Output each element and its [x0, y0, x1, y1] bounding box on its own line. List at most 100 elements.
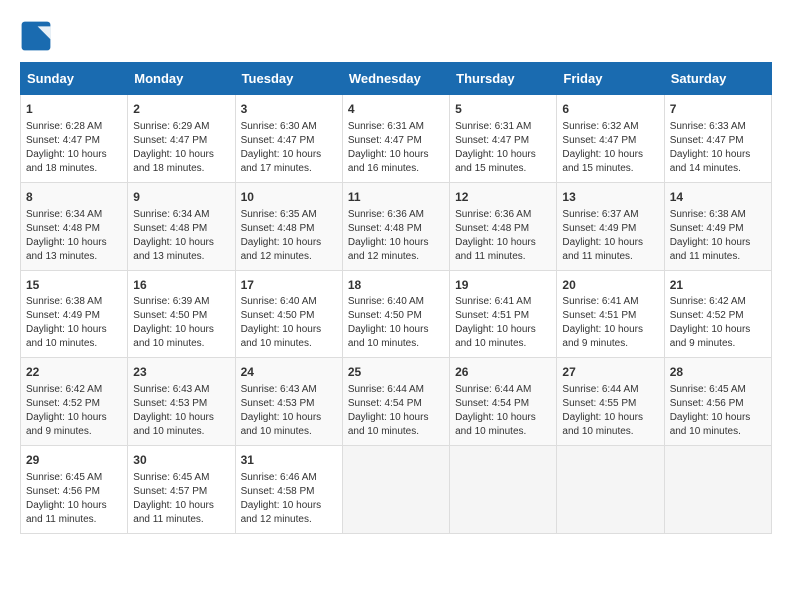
- day-info: Sunrise: 6:43 AMSunset: 4:53 PMDaylight:…: [133, 383, 229, 439]
- calendar-cell: 31Sunrise: 6:46 AMSunset: 4:58 PMDayligh…: [235, 446, 342, 534]
- day-number: 21: [670, 277, 766, 294]
- day-number: 10: [241, 189, 337, 206]
- day-info: Sunrise: 6:43 AMSunset: 4:53 PMDaylight:…: [241, 383, 337, 439]
- calendar-cell: 17Sunrise: 6:40 AMSunset: 4:50 PMDayligh…: [235, 270, 342, 358]
- logo: [20, 20, 56, 52]
- day-info: Sunrise: 6:31 AMSunset: 4:47 PMDaylight:…: [348, 120, 444, 176]
- calendar-cell: 30 Sunrise: 6:45 AMSunset: 4:57 PMDayligh…: [128, 446, 235, 534]
- calendar-cell: 14 Sunrise: 6:38 AMSunset: 4:49 PMDayligh…: [664, 182, 771, 270]
- day-number: 30: [133, 452, 229, 469]
- calendar-cell: 1 Sunrise: 6:28 AMSunset: 4:47 PMDaylight…: [21, 95, 128, 183]
- calendar-cell: 11 Sunrise: 6:36 AMSunset: 4:48 PMDayligh…: [342, 182, 449, 270]
- day-info: Sunrise: 6:34 AMSunset: 4:48 PMDaylight:…: [26, 208, 122, 264]
- calendar-cell: [342, 446, 449, 534]
- calendar-cell: 4 Sunrise: 6:31 AMSunset: 4:47 PMDaylight…: [342, 95, 449, 183]
- day-info: Sunrise: 6:45 AMSunset: 4:56 PMDaylight:…: [670, 383, 766, 439]
- header-monday: Monday: [128, 63, 235, 95]
- week-row-1: 1 Sunrise: 6:28 AMSunset: 4:47 PMDaylight…: [21, 95, 772, 183]
- day-info: Sunrise: 6:40 AMSunset: 4:50 PMDaylight:…: [241, 295, 337, 351]
- day-info: Sunrise: 6:32 AMSunset: 4:47 PMDaylight:…: [562, 120, 658, 176]
- week-row-2: 8 Sunrise: 6:34 AMSunset: 4:48 PMDaylight…: [21, 182, 772, 270]
- calendar-cell: 24 Sunrise: 6:43 AMSunset: 4:53 PMDayligh…: [235, 358, 342, 446]
- day-info: Sunrise: 6:33 AMSunset: 4:47 PMDaylight:…: [670, 120, 766, 176]
- calendar-cell: 12Sunrise: 6:36 AMSunset: 4:48 PMDayligh…: [450, 182, 557, 270]
- day-info: Sunrise: 6:34 AMSunset: 4:48 PMDaylight:…: [133, 208, 229, 264]
- calendar-cell: 23 Sunrise: 6:43 AMSunset: 4:53 PMDayligh…: [128, 358, 235, 446]
- day-number: 19: [455, 277, 551, 294]
- day-info: Sunrise: 6:44 AMSunset: 4:55 PMDaylight:…: [562, 383, 658, 439]
- day-number: 17: [241, 277, 337, 294]
- day-info: Sunrise: 6:38 AMSunset: 4:49 PMDaylight:…: [670, 208, 766, 264]
- day-info: Sunrise: 6:42 AMSunset: 4:52 PMDaylight:…: [670, 295, 766, 351]
- calendar-cell: 20Sunrise: 6:41 AMSunset: 4:51 PMDayligh…: [557, 270, 664, 358]
- day-number: 18: [348, 277, 444, 294]
- calendar-cell: [450, 446, 557, 534]
- day-info: Sunrise: 6:45 AMSunset: 4:57 PMDaylight:…: [133, 471, 229, 527]
- calendar-cell: 25 Sunrise: 6:44 AMSunset: 4:54 PMDayligh…: [342, 358, 449, 446]
- day-info: Sunrise: 6:45 AMSunset: 4:56 PMDaylight:…: [26, 471, 122, 527]
- day-number: 5: [455, 101, 551, 118]
- day-info: Sunrise: 6:37 AMSunset: 4:49 PMDaylight:…: [562, 208, 658, 264]
- day-number: 23: [133, 364, 229, 381]
- calendar-cell: 26 Sunrise: 6:44 AMSunset: 4:54 PMDayligh…: [450, 358, 557, 446]
- day-info: Sunrise: 6:42 AMSunset: 4:52 PMDaylight:…: [26, 383, 122, 439]
- header-saturday: Saturday: [664, 63, 771, 95]
- day-number: 14: [670, 189, 766, 206]
- calendar-cell: 21Sunrise: 6:42 AMSunset: 4:52 PMDayligh…: [664, 270, 771, 358]
- page-header: [20, 20, 772, 52]
- day-number: 26: [455, 364, 551, 381]
- header-friday: Friday: [557, 63, 664, 95]
- calendar-cell: 10 Sunrise: 6:35 AMSunset: 4:48 PMDayligh…: [235, 182, 342, 270]
- calendar-cell: [557, 446, 664, 534]
- calendar-cell: 9 Sunrise: 6:34 AMSunset: 4:48 PMDaylight…: [128, 182, 235, 270]
- calendar-cell: 27Sunrise: 6:44 AMSunset: 4:55 PMDayligh…: [557, 358, 664, 446]
- day-info: Sunrise: 6:35 AMSunset: 4:48 PMDaylight:…: [241, 208, 337, 264]
- day-info: Sunrise: 6:40 AMSunset: 4:50 PMDaylight:…: [348, 295, 444, 351]
- day-number: 6: [562, 101, 658, 118]
- day-info: Sunrise: 6:44 AMSunset: 4:54 PMDaylight:…: [455, 383, 551, 439]
- day-number: 25: [348, 364, 444, 381]
- day-info: Sunrise: 6:31 AMSunset: 4:47 PMDaylight:…: [455, 120, 551, 176]
- day-number: 20: [562, 277, 658, 294]
- day-number: 7: [670, 101, 766, 118]
- day-header-row: SundayMondayTuesdayWednesdayThursdayFrid…: [21, 63, 772, 95]
- day-number: 29: [26, 452, 122, 469]
- calendar-cell: 19Sunrise: 6:41 AMSunset: 4:51 PMDayligh…: [450, 270, 557, 358]
- day-number: 3: [241, 101, 337, 118]
- day-number: 16: [133, 277, 229, 294]
- calendar-cell: 13 Sunrise: 6:37 AMSunset: 4:49 PMDayligh…: [557, 182, 664, 270]
- day-number: 22: [26, 364, 122, 381]
- calendar-cell: 6 Sunrise: 6:32 AMSunset: 4:47 PMDaylight…: [557, 95, 664, 183]
- day-info: Sunrise: 6:36 AMSunset: 4:48 PMDaylight:…: [348, 208, 444, 264]
- calendar-cell: 16Sunrise: 6:39 AMSunset: 4:50 PMDayligh…: [128, 270, 235, 358]
- day-number: 13: [562, 189, 658, 206]
- day-number: 28: [670, 364, 766, 381]
- calendar-cell: 22 Sunrise: 6:42 AMSunset: 4:52 PMDayligh…: [21, 358, 128, 446]
- day-number: 24: [241, 364, 337, 381]
- day-info: Sunrise: 6:44 AMSunset: 4:54 PMDaylight:…: [348, 383, 444, 439]
- calendar-cell: 18Sunrise: 6:40 AMSunset: 4:50 PMDayligh…: [342, 270, 449, 358]
- day-number: 15: [26, 277, 122, 294]
- day-info: Sunrise: 6:28 AMSunset: 4:47 PMDaylight:…: [26, 120, 122, 176]
- day-number: 11: [348, 189, 444, 206]
- calendar-cell: 7 Sunrise: 6:33 AMSunset: 4:47 PMDaylight…: [664, 95, 771, 183]
- calendar-cell: 5 Sunrise: 6:31 AMSunset: 4:47 PMDaylight…: [450, 95, 557, 183]
- calendar-cell: 28 Sunrise: 6:45 AMSunset: 4:56 PMDayligh…: [664, 358, 771, 446]
- calendar-cell: 8 Sunrise: 6:34 AMSunset: 4:48 PMDaylight…: [21, 182, 128, 270]
- day-number: 9: [133, 189, 229, 206]
- day-info: Sunrise: 6:41 AMSunset: 4:51 PMDaylight:…: [455, 295, 551, 351]
- day-info: Sunrise: 6:36 AMSunset: 4:48 PMDaylight:…: [455, 208, 551, 264]
- week-row-4: 22 Sunrise: 6:42 AMSunset: 4:52 PMDayligh…: [21, 358, 772, 446]
- calendar-cell: [664, 446, 771, 534]
- day-number: 2: [133, 101, 229, 118]
- day-info: Sunrise: 6:30 AMSunset: 4:47 PMDaylight:…: [241, 120, 337, 176]
- day-number: 31: [241, 452, 337, 469]
- day-info: Sunrise: 6:38 AMSunset: 4:49 PMDaylight:…: [26, 295, 122, 351]
- day-number: 4: [348, 101, 444, 118]
- header-sunday: Sunday: [21, 63, 128, 95]
- day-number: 1: [26, 101, 122, 118]
- calendar-cell: 29 Sunrise: 6:45 AMSunset: 4:56 PMDayligh…: [21, 446, 128, 534]
- day-number: 8: [26, 189, 122, 206]
- header-wednesday: Wednesday: [342, 63, 449, 95]
- calendar-cell: 2Sunrise: 6:29 AMSunset: 4:47 PMDaylight…: [128, 95, 235, 183]
